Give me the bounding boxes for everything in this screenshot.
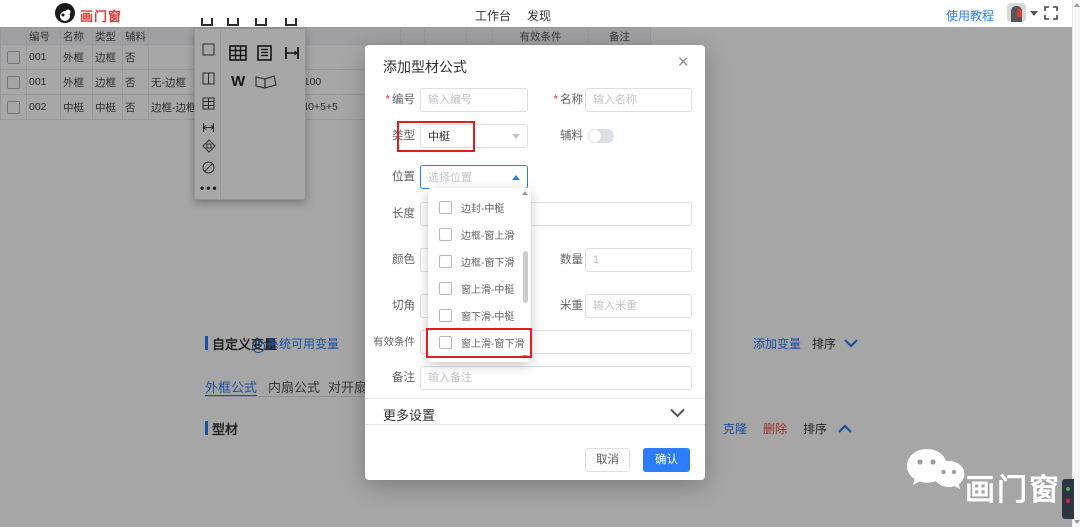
close-icon[interactable]: ✕: [677, 53, 690, 71]
option-checkbox[interactable]: [439, 255, 452, 268]
app-logo-text[interactable]: 画门窗: [80, 6, 122, 25]
scrollbar-up-arrow[interactable]: [1074, 3, 1080, 7]
note-input[interactable]: [420, 366, 692, 390]
add-profile-formula-modal: 添加型材公式 ✕ 编号 名称 类型 中梃 辅料 位置 选择位置 长度 颜色 数量…: [365, 45, 705, 480]
aux-toggle[interactable]: [588, 129, 614, 143]
floating-widget[interactable]: [1062, 479, 1074, 519]
name-label: 名称: [533, 88, 583, 112]
dropdown-scrollbar[interactable]: [522, 191, 529, 359]
confirm-button[interactable]: 确认: [643, 448, 690, 472]
chevron-down-icon: [512, 134, 520, 139]
cut-icon-stub: [227, 18, 239, 26]
chevron-down-icon[interactable]: [1030, 11, 1038, 16]
divider: [365, 398, 705, 399]
user-avatar[interactable]: [1007, 3, 1026, 22]
position-label: 位置: [365, 165, 415, 189]
more-settings-toggle[interactable]: 更多设置: [383, 405, 435, 424]
dropdown-option[interactable]: 边封-中梃: [428, 194, 524, 221]
top-navigation-bar: 画门窗 工作台 发现 使用教程: [0, 0, 1080, 27]
weight-input[interactable]: [585, 294, 692, 318]
code-label: 编号: [365, 88, 415, 112]
tutorial-link[interactable]: 使用教程: [946, 7, 994, 24]
dropdown-option[interactable]: 窗上滑-窗下滑: [428, 329, 524, 356]
wechat-logo-icon: [905, 447, 967, 499]
option-checkbox[interactable]: [439, 309, 452, 322]
note-label: 备注: [365, 366, 415, 390]
type-label: 类型: [365, 124, 415, 148]
weight-label: 米重: [533, 294, 583, 318]
dropdown-option[interactable]: 窗下滑-中梃: [428, 302, 524, 329]
aux-label: 辅料: [533, 124, 583, 148]
name-input[interactable]: [585, 88, 692, 112]
cut-icon-stub: [201, 18, 213, 26]
nav-workbench[interactable]: 工作台: [475, 7, 511, 24]
code-input[interactable]: [420, 88, 528, 112]
qty-input[interactable]: [585, 248, 692, 272]
position-dropdown: 边封-中梃 边框-窗上滑 边框-窗下滑 窗上滑-中梃 窗下滑-中梃 窗上滑-窗下…: [428, 188, 531, 362]
position-select[interactable]: 选择位置: [420, 165, 528, 189]
length-label: 长度: [365, 202, 415, 226]
type-select-value: 中梃: [428, 128, 450, 144]
option-checkbox[interactable]: [439, 228, 452, 241]
dropdown-option[interactable]: 窗上滑-中梃: [428, 275, 524, 302]
wechat-watermark: 画门窗: [905, 447, 1065, 517]
option-checkbox[interactable]: [439, 336, 452, 349]
chevron-up-icon: [512, 175, 520, 180]
page-scrollbar[interactable]: [1072, 0, 1080, 527]
scrollbar-down-arrow[interactable]: [1074, 520, 1080, 524]
cut-icon-stub: [285, 18, 297, 26]
option-checkbox[interactable]: [439, 201, 452, 214]
nav-discover[interactable]: 发现: [527, 7, 551, 24]
cut-label: 切角: [365, 294, 415, 318]
option-checkbox[interactable]: [439, 282, 452, 295]
dropdown-option[interactable]: 边框-窗上滑: [428, 221, 524, 248]
qty-label: 数量: [533, 248, 583, 272]
condition-label: 有效条件: [365, 330, 415, 354]
position-placeholder: 选择位置: [428, 169, 472, 185]
type-select[interactable]: 中梃: [420, 124, 528, 148]
modal-title: 添加型材公式: [383, 57, 467, 77]
fullscreen-icon[interactable]: [1043, 5, 1059, 21]
watermark-text: 画门窗: [965, 465, 1061, 509]
dropdown-option[interactable]: 边框-窗下滑: [428, 248, 524, 275]
app-logo-icon[interactable]: [55, 3, 75, 23]
cancel-button[interactable]: 取消: [585, 448, 630, 472]
cut-icon-stub: [255, 18, 267, 26]
chevron-down-icon[interactable]: [670, 407, 685, 421]
divider: [365, 424, 705, 425]
color-label: 颜色: [365, 248, 415, 272]
